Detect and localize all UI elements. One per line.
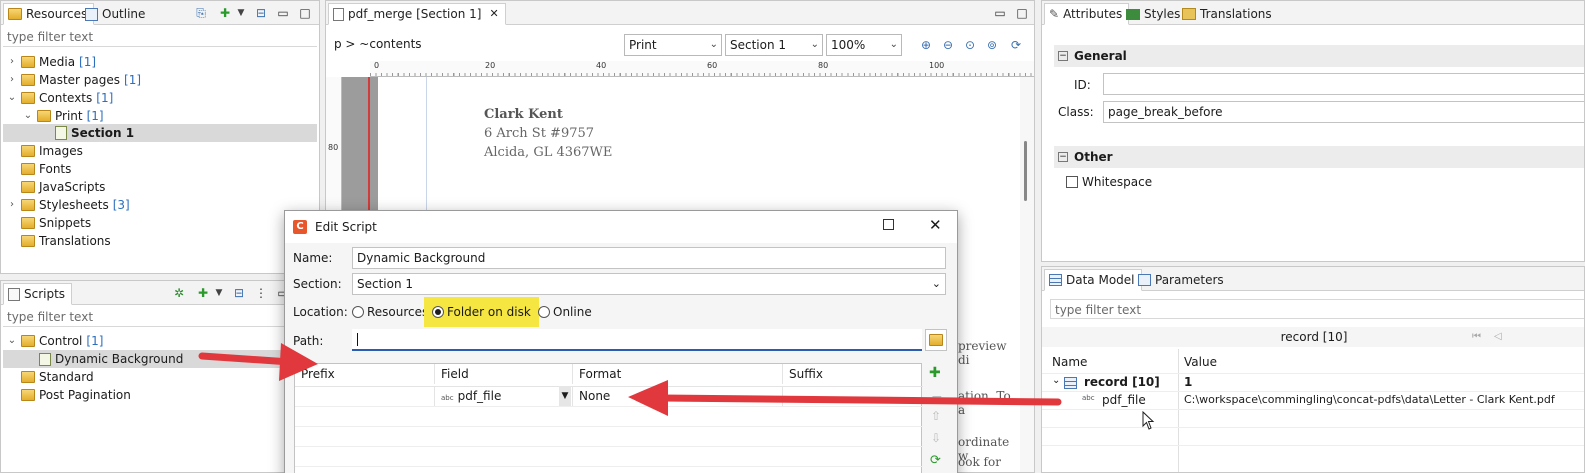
annotation-arrows xyxy=(198,343,1062,416)
arrow-to-path xyxy=(198,343,318,381)
arrow-to-format xyxy=(628,380,1062,416)
